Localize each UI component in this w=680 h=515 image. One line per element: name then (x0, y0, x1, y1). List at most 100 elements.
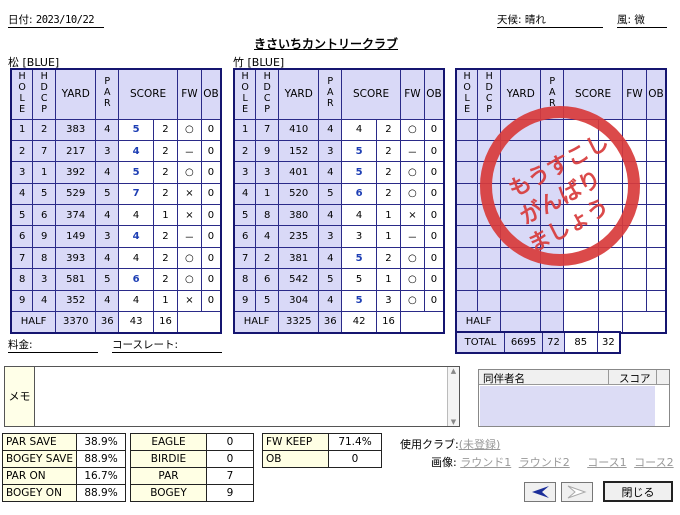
col-ob: OB (200, 68, 222, 120)
hole-par: 4 (95, 289, 120, 313)
hole-hdcp: 9 (32, 225, 57, 248)
empty-hole-row (455, 289, 667, 313)
hole-row: 2 9 152 3 5 2 － 0 (233, 139, 445, 163)
col-hole: HOLE (455, 68, 479, 120)
hole-hdcp: 3 (255, 161, 280, 184)
stats-right-table: FW KEEP 71.4% OB 0 (262, 433, 382, 468)
hole-yard: 217 (55, 139, 97, 163)
clubs-link[interactable]: (未登録) (459, 438, 501, 451)
hole-hdcp: 3 (32, 268, 57, 291)
half-label: HALF (10, 311, 57, 334)
total-par: 72 (542, 331, 565, 354)
hole-putts: 2 (153, 268, 178, 291)
stat-label: PAR ON (2, 467, 77, 485)
hole-score: 6 (341, 182, 377, 206)
hole-score: 6 (118, 268, 154, 291)
col-par: PAR (318, 68, 343, 120)
hole-yard: 352 (55, 289, 97, 313)
half-putt: 16 (376, 311, 401, 334)
companions-list[interactable]: 同伴者名 スコア (478, 369, 670, 427)
hole-hdcp: 9 (255, 139, 280, 163)
hole-hdcp: 8 (255, 204, 280, 227)
hole-hdcp: 7 (255, 118, 280, 141)
half-yard: 3325 (278, 311, 320, 334)
hole-number: 1 (233, 118, 257, 141)
hole-yard: 380 (278, 204, 320, 227)
hole-par: 4 (95, 118, 120, 141)
image-link-round1[interactable]: ラウンド1 (460, 456, 511, 469)
hole-par: 4 (318, 161, 343, 184)
companion-list-body[interactable] (480, 386, 655, 426)
hole-yard: 410 (278, 118, 320, 141)
hole-hdcp: 5 (32, 182, 57, 206)
hole-number: 3 (10, 161, 34, 184)
hole-row: 3 3 401 4 5 2 ○ 0 (233, 161, 445, 184)
hole-ob: 0 (423, 204, 445, 227)
hole-ob: 0 (423, 182, 445, 206)
stat-value: 38.9% (76, 433, 126, 451)
stat-value: 7 (206, 467, 254, 485)
hole-fw: × (176, 182, 202, 206)
hole-putts: 2 (376, 118, 401, 141)
hole-number: 7 (10, 246, 34, 270)
hole-yard: 529 (55, 182, 97, 206)
image-link-round2[interactable]: ラウンド2 (519, 456, 570, 469)
course-rate-field: コースレート: (112, 338, 222, 353)
memo-label: メモ (5, 367, 35, 426)
arrow-left-icon (532, 486, 549, 498)
hole-score: 5 (118, 161, 154, 184)
fee-label: 料金: (8, 339, 33, 351)
hole-number: 4 (233, 182, 257, 206)
hole-score: 4 (118, 204, 154, 227)
col-hole: HOLE (10, 68, 34, 120)
hole-fw: × (399, 204, 425, 227)
hole-hdcp: 1 (32, 161, 57, 184)
hole-ob: 0 (200, 161, 222, 184)
date-value: 2023/10/22 (35, 14, 95, 26)
scroll-down-icon[interactable]: ▼ (448, 418, 459, 426)
hole-ob: 0 (200, 246, 222, 270)
close-button[interactable]: 閉じる (603, 481, 673, 502)
col-score: SCORE (341, 68, 401, 120)
hole-putts: 1 (376, 204, 401, 227)
hole-hdcp: 2 (32, 118, 57, 141)
hole-row: 4 5 529 5 7 2 × 0 (10, 182, 222, 206)
hole-row: 9 5 304 4 5 3 ○ 0 (233, 289, 445, 313)
hole-number: 8 (10, 268, 34, 291)
hole-par: 4 (318, 289, 343, 313)
hole-ob: 0 (200, 289, 222, 313)
weather-field: 天候: 晴れ (497, 13, 603, 28)
image-link-course1[interactable]: コース1 (587, 456, 626, 469)
hole-row: 4 1 520 5 6 2 ○ 0 (233, 182, 445, 206)
hole-score: 5 (341, 289, 377, 313)
half-putt: 16 (153, 311, 178, 334)
hole-fw: ○ (399, 289, 425, 313)
hole-par: 4 (318, 204, 343, 227)
hole-score: 5 (341, 268, 377, 291)
prev-button[interactable] (524, 482, 556, 502)
wind-value: 微 (634, 14, 645, 26)
hole-yard: 542 (278, 268, 320, 291)
date-label: 日付: (8, 14, 33, 26)
next-button[interactable] (561, 482, 593, 502)
hole-number: 6 (10, 225, 34, 248)
col-hdcp: HDCP (255, 68, 280, 120)
fee-field: 料金: (8, 338, 98, 353)
memo-text[interactable] (37, 367, 447, 426)
memo-scrollbar[interactable]: ▲ ▼ (447, 367, 459, 426)
stat-value: 0 (206, 450, 254, 468)
half-yard: 3370 (55, 311, 97, 334)
hole-putts: 2 (376, 246, 401, 270)
companion-score-header[interactable]: スコア (619, 371, 651, 386)
hole-par: 3 (95, 225, 120, 248)
hole-score: 5 (341, 161, 377, 184)
hole-par: 4 (95, 204, 120, 227)
stat-label: FW KEEP (262, 433, 329, 451)
image-link-course2[interactable]: コース2 (634, 456, 673, 469)
back-scorecard: HOLE HDCP YARD PAR SCORE FW OB 1 7 410 4 4 2 ○… (233, 68, 445, 334)
hole-score: 4 (118, 246, 154, 270)
companion-name-header[interactable]: 同伴者名 (483, 371, 525, 386)
col-fw: FW (399, 68, 425, 120)
weather-value: 晴れ (524, 14, 546, 26)
scroll-up-icon[interactable]: ▲ (448, 367, 459, 375)
